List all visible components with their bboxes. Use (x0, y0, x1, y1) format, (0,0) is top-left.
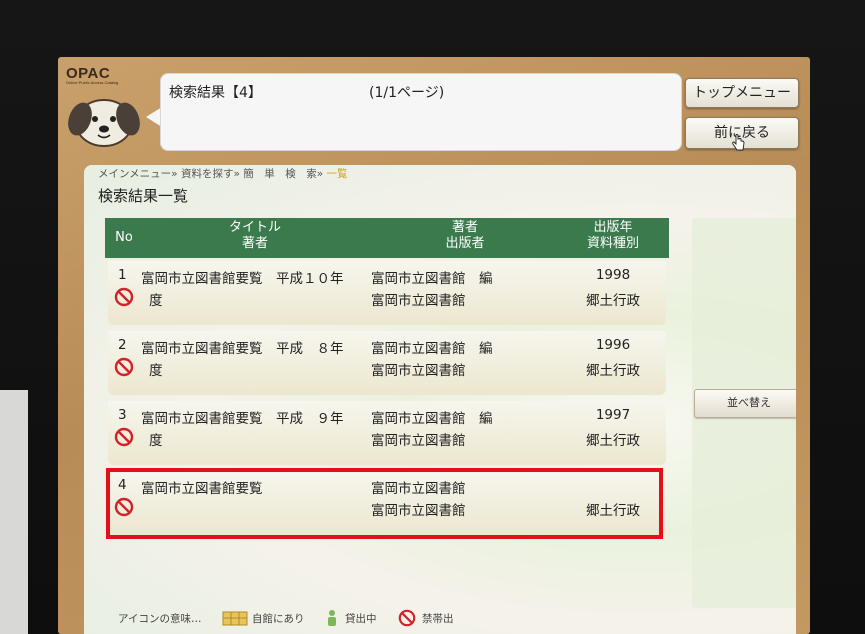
row-type: 郷土行政 (586, 293, 640, 309)
row-year: 1996 (595, 337, 631, 353)
top-menu-button[interactable]: トップメニュー (685, 78, 799, 108)
row-author: 富岡市立図書館 編 (371, 411, 493, 427)
person-icon (328, 610, 336, 626)
header-author: 著者 (451, 220, 478, 235)
opac-logo-subtitle: Online Public Access Catalog (66, 80, 119, 85)
row-title-cont: 度 (149, 293, 163, 309)
table-row[interactable]: 2 富岡市立図書館要覧 平成 ８年 度 富岡市立図書館 編 富岡市立図書館 19… (108, 331, 666, 395)
row-no: 1 (118, 267, 127, 283)
row-title-cont: 度 (149, 433, 163, 449)
page-title: 検索結果一覧 (98, 187, 189, 205)
row-publisher: 富岡市立図書館 (371, 363, 466, 379)
back-button[interactable]: 前に戻る (685, 117, 799, 151)
header-year: 出版年 (593, 220, 633, 235)
page-indicator: (1/1ページ) (369, 85, 445, 101)
hand-cursor-icon (732, 134, 745, 151)
legend-on-loan: 貸出中 (345, 613, 377, 625)
highlight-box (106, 468, 663, 539)
background-desk (0, 390, 28, 634)
header-no: No (115, 230, 133, 245)
legend-in-library: 自館にあり (252, 613, 305, 625)
row-year: 1998 (595, 267, 631, 283)
row-author: 富岡市立図書館 編 (371, 271, 493, 287)
breadcrumb-current: 一覧 (326, 168, 348, 180)
opac-screen: OPAC Online Public Access Catalog 検索結果【4… (58, 57, 810, 634)
row-no: 3 (118, 407, 127, 423)
bookshelf-icon (222, 611, 248, 626)
row-title: 富岡市立図書館要覧 平成１０年 (141, 271, 344, 287)
header-type: 資料種別 (586, 236, 639, 251)
legend-label: アイコンの意味… (118, 613, 202, 625)
row-type: 郷土行政 (586, 363, 640, 379)
no-loan-icon (114, 357, 134, 377)
breadcrumb-path: メインメニュー» 資料を探す» 簡 単 検 索» (98, 168, 327, 180)
sort-button[interactable]: 並べ替え (694, 389, 796, 418)
row-publisher: 富岡市立図書館 (371, 293, 466, 309)
header-publisher: 出版者 (445, 236, 485, 251)
row-type: 郷土行政 (586, 433, 640, 449)
opac-logo: OPAC Online Public Access Catalog (66, 65, 118, 85)
legend-no-loan: 禁帯出 (422, 613, 454, 625)
row-year: 1997 (595, 407, 631, 423)
table-row[interactable]: 1 富岡市立図書館要覧 平成１０年 度 富岡市立図書館 編 富岡市立図書館 19… (108, 261, 666, 325)
no-loan-icon (114, 427, 134, 447)
no-loan-icon (114, 287, 134, 307)
breadcrumb: メインメニュー» 資料を探す» 簡 単 検 索» 一覧 (98, 166, 347, 181)
status-bubble: 検索結果【4】 (1/1ページ) (160, 73, 682, 151)
row-title: 富岡市立図書館要覧 平成 ９年 (141, 411, 344, 427)
header-title-author: 著者 (241, 236, 268, 251)
row-publisher: 富岡市立図書館 (371, 433, 466, 449)
no-loan-icon (398, 609, 416, 627)
row-title: 富岡市立図書館要覧 平成 ８年 (141, 341, 344, 357)
row-author: 富岡市立図書館 編 (371, 341, 493, 357)
result-count-title: 検索結果【4】 (169, 85, 262, 101)
header-title: タイトル (228, 220, 281, 235)
row-no: 2 (118, 337, 127, 353)
dog-mascot-icon (68, 99, 140, 147)
table-header: No タイトル 著者 著者 出版者 出版年 資料種別 (105, 218, 669, 258)
table-row[interactable]: 3 富岡市立図書館要覧 平成 ９年 度 富岡市立図書館 編 富岡市立図書館 19… (108, 401, 666, 465)
results-panel: メインメニュー» 資料を探す» 簡 単 検 索» 一覧 検索結果一覧 No タイ… (84, 165, 796, 634)
row-title-cont: 度 (149, 363, 163, 379)
